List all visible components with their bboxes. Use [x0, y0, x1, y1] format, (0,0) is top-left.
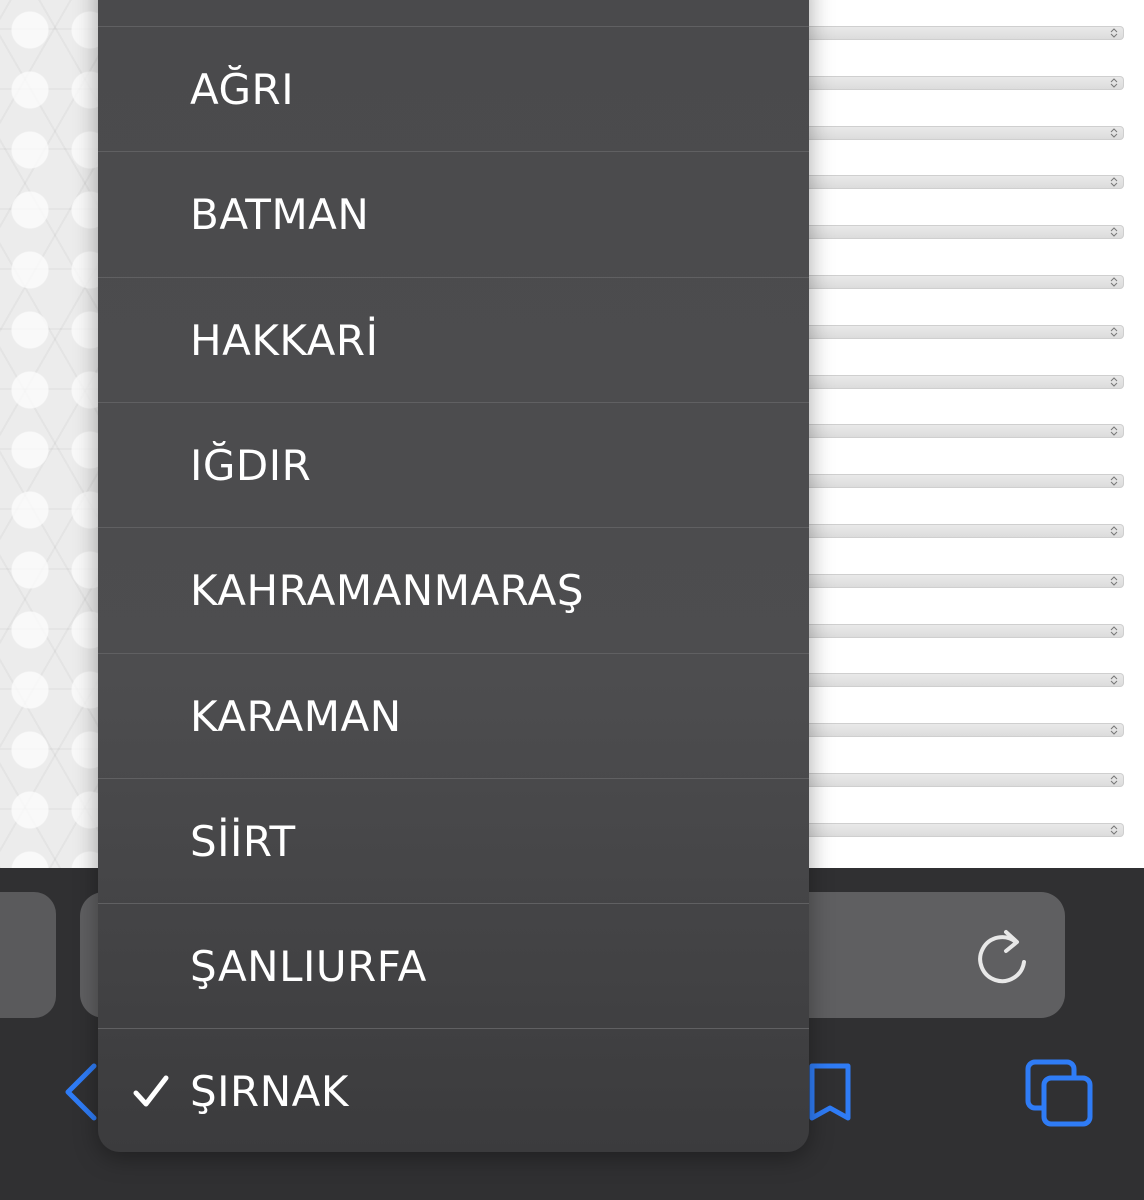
- picker-option[interactable]: BATMAN: [98, 151, 809, 276]
- background-pattern: [0, 0, 110, 870]
- select-field[interactable]: [808, 125, 1124, 140]
- picker-option[interactable]: KAHRAMANMARAŞ: [98, 527, 809, 652]
- picker-option-label: SİİRT: [190, 816, 296, 866]
- province-picker-menu: AĞRI BATMAN HAKKARİ IĞDIR KAHRAMANMARAŞ KARAM…: [98, 0, 809, 1152]
- chevron-updown-icon: [1110, 476, 1118, 486]
- picker-option-label: KARAMAN: [190, 691, 402, 741]
- web-page-content: [808, 0, 1144, 870]
- chevron-updown-icon: [1110, 177, 1118, 188]
- picker-option[interactable]: HAKKARİ: [98, 276, 809, 402]
- select-field[interactable]: [808, 374, 1124, 389]
- chevron-updown-icon: [1110, 227, 1118, 237]
- select-field[interactable]: [808, 324, 1124, 339]
- select-field[interactable]: [808, 424, 1124, 439]
- picker-option-label: KAHRAMANMARAŞ: [190, 566, 585, 616]
- chevron-updown-icon: [1110, 625, 1118, 636]
- picker-option-label: BATMAN: [190, 190, 370, 240]
- select-field[interactable]: [808, 26, 1124, 40]
- checkmark-icon: [133, 1075, 169, 1107]
- picker-option[interactable]: KARAMAN: [98, 652, 809, 778]
- chevron-updown-icon: [1110, 376, 1118, 387]
- picker-option[interactable]: AĞRI: [98, 26, 809, 151]
- picker-option-label: AĞRI: [190, 65, 295, 114]
- chevron-updown-icon: [1110, 775, 1118, 785]
- select-field[interactable]: [808, 75, 1124, 90]
- select-field[interactable]: [808, 225, 1124, 240]
- chevron-updown-icon: [1110, 127, 1118, 138]
- picker-option[interactable]: ŞANLIURFA: [98, 903, 809, 1028]
- select-field[interactable]: [808, 175, 1124, 190]
- chevron-updown-icon: [1110, 576, 1118, 586]
- screen: AĞRI BATMAN HAKKARİ IĞDIR KAHRAMANMARAŞ KARAM…: [0, 0, 1144, 1200]
- select-field[interactable]: [808, 623, 1124, 638]
- select-field[interactable]: [808, 474, 1124, 489]
- chevron-updown-icon: [1110, 426, 1118, 437]
- picker-option[interactable]: IĞDIR: [98, 401, 809, 527]
- chevron-updown-icon: [1110, 78, 1118, 88]
- select-field[interactable]: [808, 723, 1124, 738]
- select-field[interactable]: [808, 673, 1124, 688]
- chevron-updown-icon: [1110, 327, 1118, 337]
- chevron-updown-icon: [1110, 725, 1118, 735]
- chevron-updown-icon: [1110, 675, 1118, 686]
- chevron-updown-icon: [1110, 28, 1118, 38]
- chevron-updown-icon: [1110, 277, 1118, 287]
- picker-option-label: ŞIRNAK: [190, 1067, 349, 1117]
- reload-icon[interactable]: [970, 928, 1034, 988]
- picker-option-label: ŞANLIURFA: [190, 942, 427, 992]
- chevron-updown-icon: [1110, 526, 1118, 536]
- picker-option[interactable]: ŞIRNAK: [98, 1028, 809, 1152]
- select-field[interactable]: [808, 275, 1124, 289]
- select-field[interactable]: [808, 524, 1124, 538]
- chevron-updown-icon: [1110, 825, 1118, 835]
- tabs-icon[interactable]: [1024, 1058, 1096, 1130]
- previous-tab-address-bar[interactable]: [0, 892, 56, 1018]
- picker-option-label: HAKKARİ: [190, 315, 379, 365]
- select-field[interactable]: [808, 773, 1124, 787]
- picker-option[interactable]: SİİRT: [98, 777, 809, 903]
- select-field[interactable]: [808, 573, 1124, 588]
- picker-option-label: IĞDIR: [190, 440, 312, 490]
- select-field[interactable]: [808, 822, 1124, 837]
